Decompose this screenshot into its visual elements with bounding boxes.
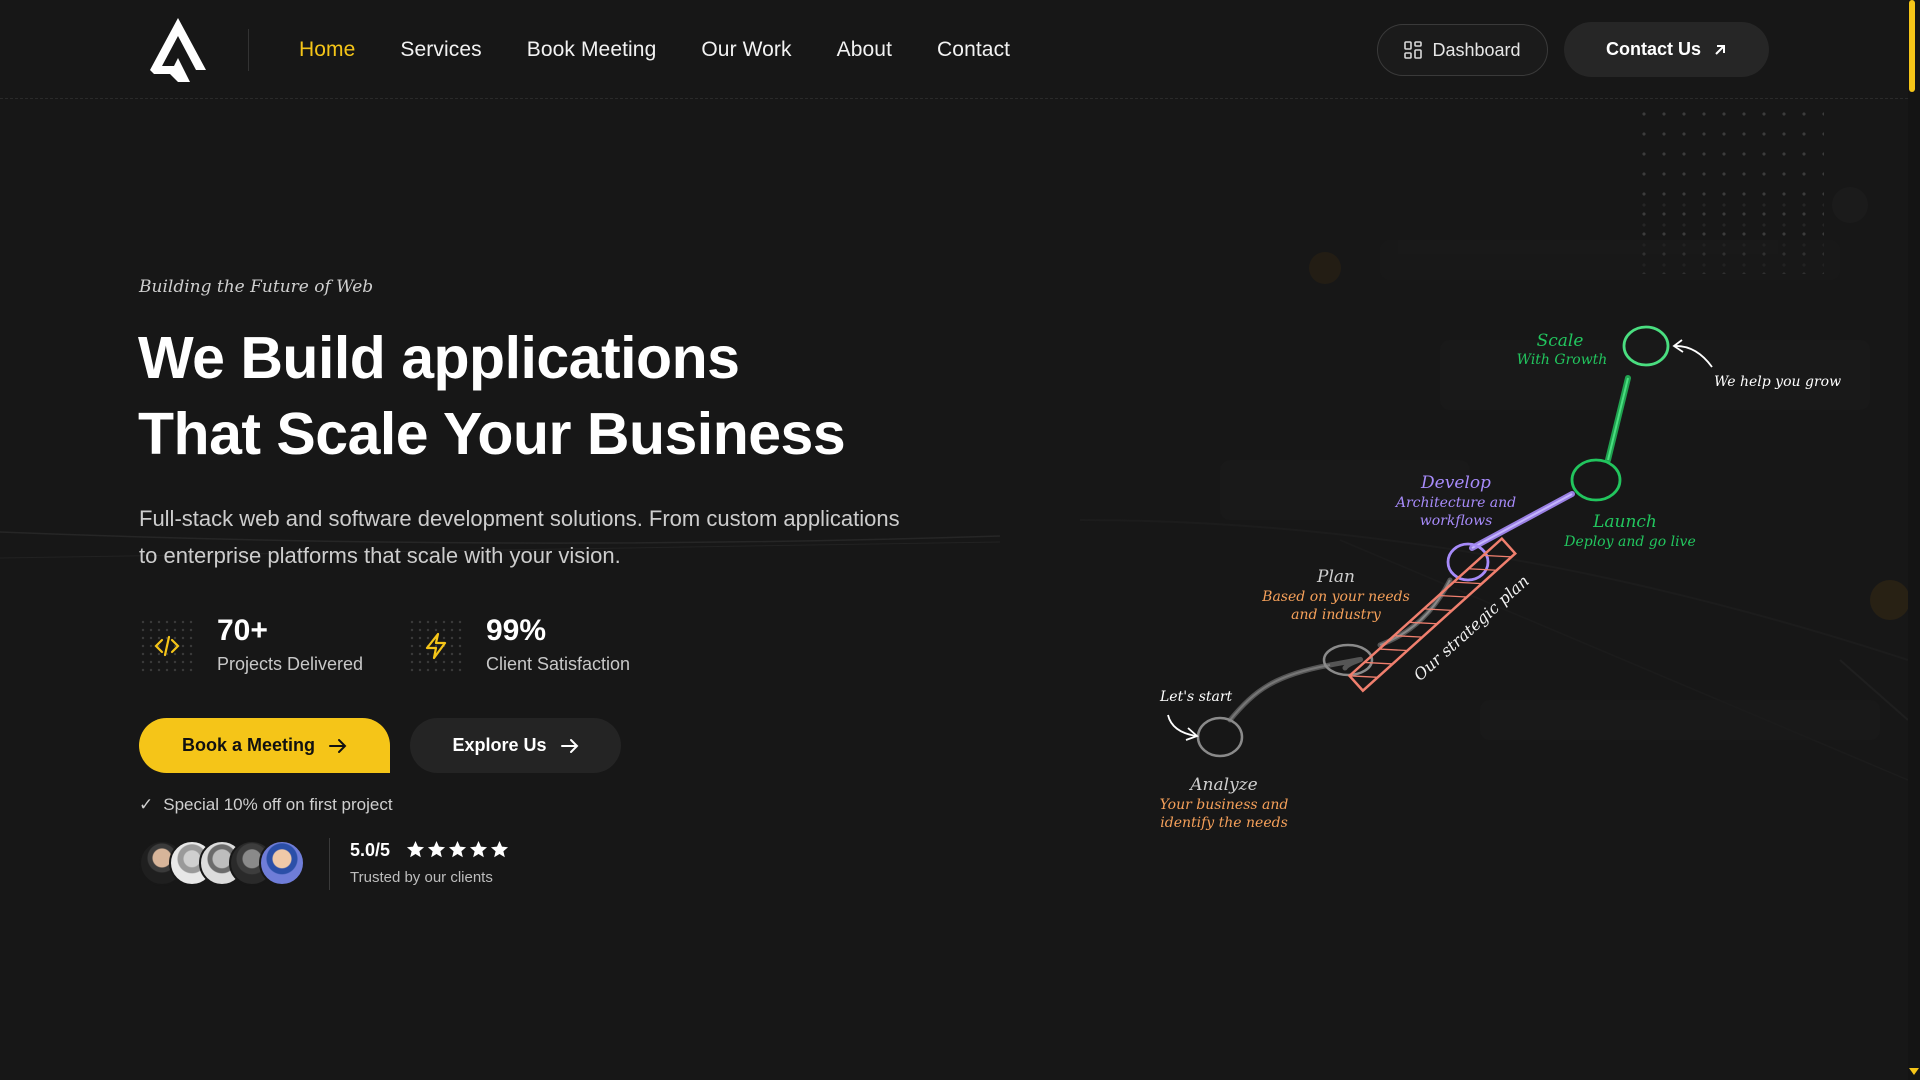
nav-home[interactable]: Home	[299, 36, 355, 64]
nav-about[interactable]: About	[837, 36, 892, 64]
lets-start-label: Let's start	[1159, 689, 1233, 705]
scale-desc: With Growth	[1517, 352, 1608, 368]
stat-label: Client Satisfaction	[486, 654, 631, 674]
nav-contact[interactable]: Contact	[937, 36, 1010, 64]
star-icon	[469, 840, 488, 858]
logo[interactable]	[150, 18, 206, 82]
strategic-plan-label: Our strategic plan	[1410, 571, 1533, 684]
plan-desc-1: Based on your needs	[1261, 589, 1410, 605]
process-roadmap-illustration: Our strategic plan Let's start Analyze Y…	[1080, 187, 1908, 831]
star-icon	[427, 840, 446, 858]
develop-desc-1: Architecture and	[1394, 495, 1516, 511]
arrow-right-icon	[560, 738, 578, 753]
header-divider	[248, 29, 249, 71]
dashboard-grid-icon	[1404, 41, 1423, 59]
hero-subtext: Full-stack web and software development …	[139, 500, 999, 574]
launch-title: Launch	[1592, 512, 1657, 532]
plan-title: Plan	[1316, 567, 1355, 587]
plan-desc-2: and industry	[1291, 607, 1382, 623]
scrollbar-thumb[interactable]	[1909, 0, 1915, 92]
subtext-line-1: Full-stack web and software development …	[139, 506, 900, 531]
scale-title: Scale	[1537, 331, 1584, 351]
avatar	[259, 840, 305, 886]
dashboard-label: Dashboard	[1432, 39, 1521, 60]
check-icon: ✓	[139, 795, 154, 814]
explore-us-label: Explore Us	[452, 735, 547, 755]
arrow-right-icon	[329, 738, 347, 753]
client-avatars	[139, 840, 309, 886]
headline-line-2: That Scale Your Business	[138, 401, 846, 467]
explore-us-button[interactable]: Explore Us	[410, 718, 621, 773]
code-icon	[139, 618, 195, 674]
lightning-icon	[408, 618, 464, 674]
stat-label: Projects Delivered	[217, 654, 364, 674]
stat-projects: 70+ Projects Delivered	[139, 614, 363, 676]
page: Home Services Book Meeting Our Work Abou…	[0, 0, 1920, 1080]
offer-text: Special 10% off on first project	[163, 795, 393, 814]
analyze-title: Analyze	[1188, 775, 1257, 795]
special-offer: ✓ Special 10% off on first project	[139, 795, 393, 815]
hero-eyebrow: Building the Future of Web	[139, 277, 374, 297]
star-icon	[448, 840, 467, 858]
contact-us-label: Contact Us	[1605, 39, 1701, 59]
dashboard-button[interactable]: Dashboard	[1377, 24, 1548, 76]
analyze-desc-1: Your business and	[1160, 797, 1289, 813]
rating-divider	[329, 838, 330, 890]
develop-title: Develop	[1420, 473, 1491, 493]
nav-book-meeting[interactable]: Book Meeting	[527, 36, 657, 64]
subtext-line-2: to enterprise platforms that scale with …	[139, 543, 621, 568]
rating-score: 5.0/5	[350, 840, 391, 860]
nav-services[interactable]: Services	[400, 36, 481, 64]
stat-satisfaction: 99% Client Satisfaction	[408, 614, 630, 676]
header: Home Services Book Meeting Our Work Abou…	[0, 0, 1908, 99]
analyze-desc-2: identify the needs	[1160, 815, 1288, 831]
book-meeting-button[interactable]: Book a Meeting	[139, 718, 390, 773]
develop-desc-2: workflows	[1420, 513, 1493, 529]
headline-line-1: We Build applications	[138, 325, 740, 391]
grow-note: We help you grow	[1714, 374, 1841, 390]
rating-stars	[406, 840, 509, 859]
contact-us-button[interactable]: Contact Us	[1564, 22, 1769, 77]
star-icon	[406, 840, 425, 858]
trusted-text: Trusted by our clients	[350, 869, 493, 886]
stat-value: 99%	[486, 614, 547, 647]
stat-value: 70+	[217, 614, 268, 647]
star-icon	[490, 840, 509, 858]
arrow-up-right-icon	[1715, 44, 1725, 55]
hero-headline: We Build applications That Scale Your Bu…	[138, 320, 1038, 472]
nav-our-work[interactable]: Our Work	[701, 36, 791, 64]
main-nav: Home Services Book Meeting Our Work Abou…	[299, 36, 1055, 64]
book-meeting-label: Book a Meeting	[181, 735, 315, 755]
launch-desc: Deploy and go live	[1563, 534, 1696, 550]
scrollbar[interactable]	[1908, 0, 1920, 1080]
scroll-down-arrow-icon[interactable]	[1909, 1068, 1919, 1075]
